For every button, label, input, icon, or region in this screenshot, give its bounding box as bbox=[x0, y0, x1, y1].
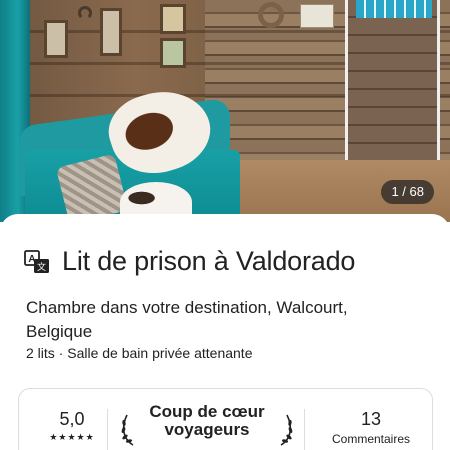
rating-stat: 5,0 ★★★★★ bbox=[37, 389, 107, 443]
svg-text:文: 文 bbox=[37, 261, 46, 273]
wall-frame bbox=[160, 38, 186, 68]
listing-photo[interactable]: 1 / 68 bbox=[0, 0, 450, 222]
reviews-stat[interactable]: 13 Commentaires bbox=[311, 389, 431, 446]
listing-details: A 文 Lit de prison à Valdorado Chambre da… bbox=[0, 214, 450, 450]
listing-title: Lit de prison à Valdorado bbox=[62, 246, 356, 276]
wall-sign bbox=[300, 4, 334, 28]
divider bbox=[304, 409, 305, 450]
rating-stars-icon: ★★★★★ bbox=[49, 432, 95, 442]
door bbox=[345, 0, 440, 160]
translate-icon[interactable]: A 文 bbox=[24, 249, 50, 274]
title-row: A 文 Lit de prison à Valdorado bbox=[24, 246, 355, 277]
listing-subtitle: Chambre dans votre destination, Walcourt… bbox=[26, 298, 348, 341]
rating-value: 5,0 bbox=[59, 409, 85, 429]
guest-favorite-label: Coup de cœur voyageurs bbox=[149, 402, 265, 439]
wreath bbox=[258, 2, 284, 28]
photo-counter: 1 / 68 bbox=[381, 180, 434, 204]
guest-favorite-badge: Coup de cœur voyageurs bbox=[119, 389, 295, 449]
divider bbox=[107, 409, 108, 450]
wall-frame bbox=[44, 20, 68, 58]
listing-details-summary: 2 lits · Salle de bain privée attenante bbox=[26, 345, 253, 361]
wall-frame bbox=[160, 4, 186, 34]
reviews-count: 13 bbox=[360, 409, 382, 429]
horseshoe bbox=[78, 6, 92, 20]
reviews-label: Commentaires bbox=[331, 432, 411, 446]
laurel-left-icon bbox=[121, 414, 134, 446]
laurel-right-icon bbox=[280, 414, 293, 446]
wall-frame bbox=[100, 8, 122, 56]
door-window bbox=[356, 0, 432, 18]
stats-card: 5,0 ★★★★★ Coup de cœur voyageurs 13 Comm… bbox=[18, 388, 433, 450]
